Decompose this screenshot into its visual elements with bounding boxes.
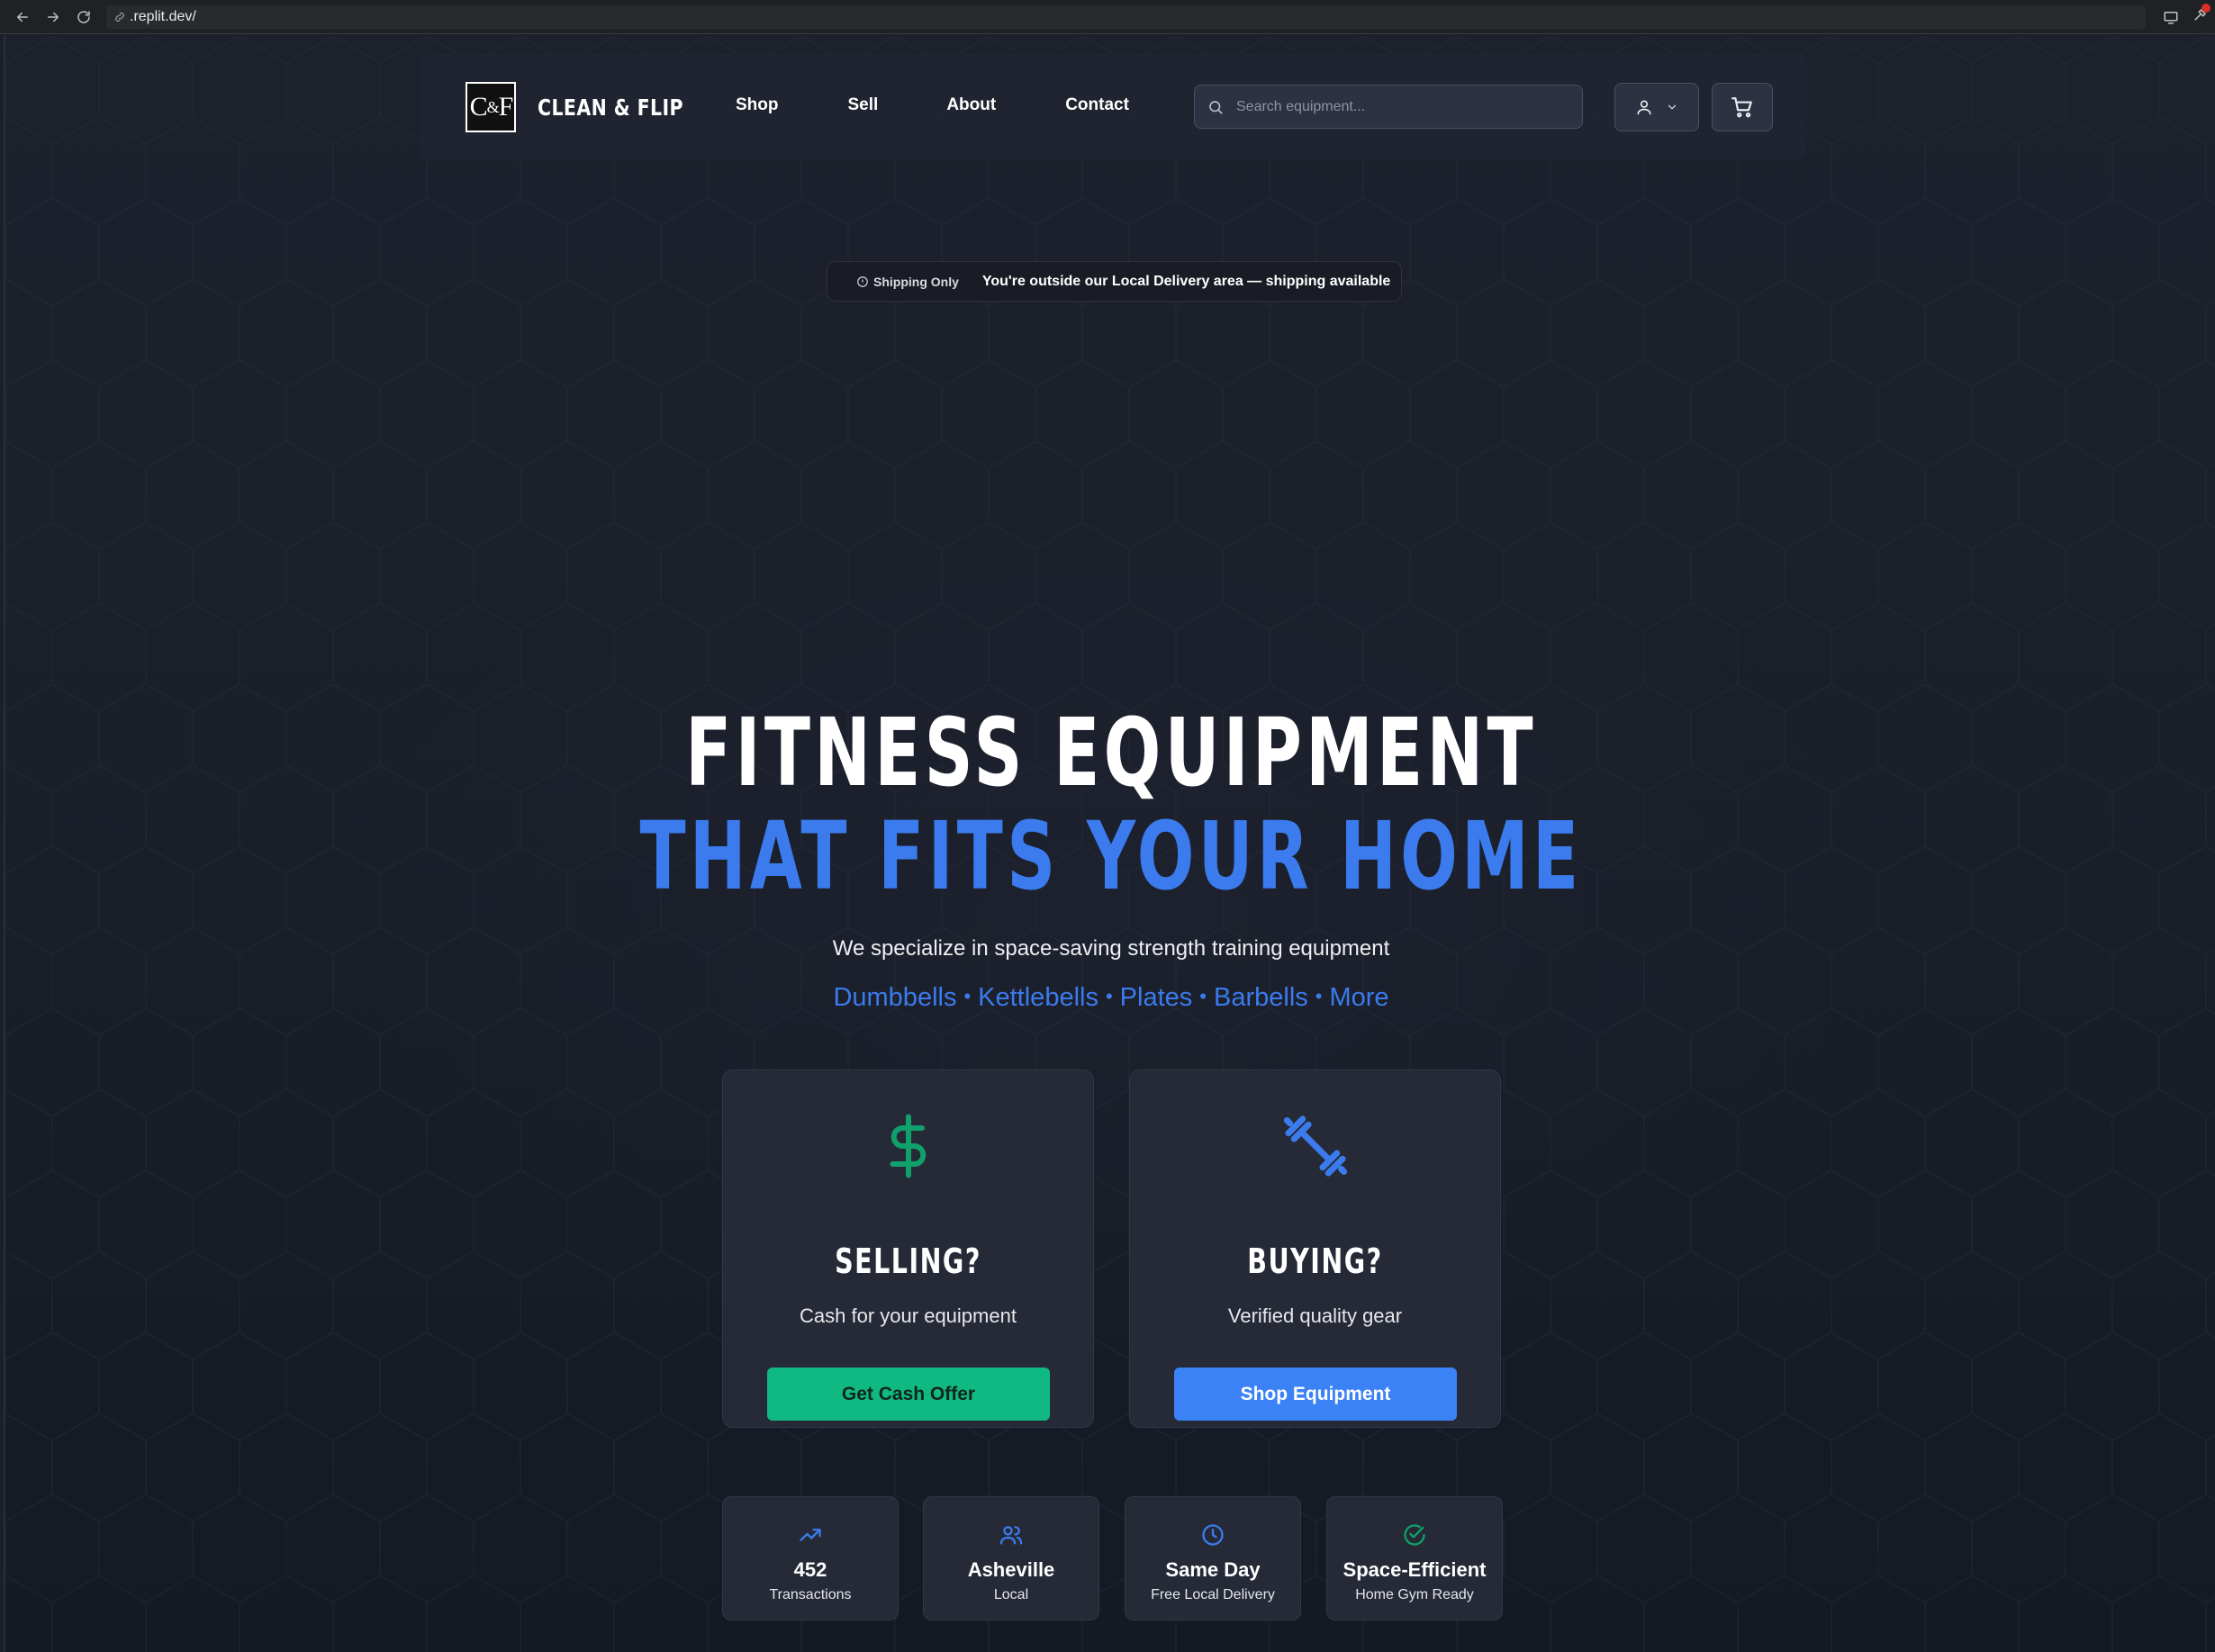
user-icon bbox=[1637, 100, 1651, 115]
stat-label: Local bbox=[993, 1587, 1029, 1602]
dollar-icon bbox=[723, 1112, 1093, 1180]
separator-dot: • bbox=[963, 985, 972, 1007]
stat-transactions: 452 Transactions bbox=[722, 1496, 899, 1620]
forward-button[interactable] bbox=[40, 4, 67, 31]
account-menu-button[interactable] bbox=[1614, 83, 1699, 131]
nav-sell[interactable]: Sell bbox=[848, 95, 879, 115]
info-icon bbox=[857, 275, 868, 287]
get-cash-offer-button[interactable]: Get Cash Offer bbox=[767, 1368, 1050, 1421]
check-circle-icon bbox=[1404, 1524, 1425, 1546]
category-plates: Plates bbox=[1119, 983, 1193, 1012]
stat-space: Space-Efficient Home Gym Ready bbox=[1326, 1496, 1503, 1620]
logo-mark: C & F bbox=[466, 82, 516, 132]
main-nav: Shop Sell About Contact bbox=[736, 95, 1129, 115]
back-button[interactable] bbox=[9, 4, 36, 31]
category-dumbbells: Dumbbells bbox=[833, 983, 957, 1012]
logo-mark-right: F bbox=[498, 92, 514, 122]
stat-delivery: Same Day Free Local Delivery bbox=[1125, 1496, 1301, 1620]
hero-subtitle: We specialize in space-saving strength t… bbox=[832, 936, 1390, 961]
cart-icon bbox=[1731, 97, 1752, 118]
page: C & F CLEAN & FLIP Shop Sell About Contact… bbox=[4, 36, 2215, 1652]
search-icon bbox=[1209, 100, 1223, 114]
logo-mark-amp: & bbox=[486, 97, 500, 116]
logo[interactable]: C & F CLEAN & FLIP bbox=[466, 82, 715, 132]
separator-dot: • bbox=[1315, 985, 1323, 1007]
shop-equipment-button[interactable]: Shop Equipment bbox=[1174, 1368, 1457, 1421]
stat-label: Home Gym Ready bbox=[1355, 1587, 1474, 1602]
selling-subtitle: Cash for your equipment bbox=[800, 1304, 1017, 1327]
search-input[interactable] bbox=[1236, 98, 1560, 115]
separator-dot: • bbox=[1105, 985, 1113, 1007]
brand-name: CLEAN & FLIP bbox=[538, 94, 683, 121]
category-barbells: Barbells bbox=[1213, 983, 1308, 1012]
arrow-left-icon bbox=[17, 12, 28, 22]
stat-value: Space-Efficient bbox=[1343, 1558, 1487, 1581]
selling-card: SELLING? Cash for your equipment Get Cas… bbox=[722, 1070, 1094, 1428]
link-icon bbox=[115, 12, 124, 22]
buying-title: BUYING? bbox=[1247, 1241, 1383, 1281]
selling-title: SELLING? bbox=[835, 1241, 981, 1281]
reload-icon bbox=[77, 10, 90, 23]
stat-label: Transactions bbox=[769, 1587, 852, 1602]
hero-title-line-2: THAT FITS YOUR HOME bbox=[639, 801, 1583, 911]
shipping-tag: Shipping Only bbox=[856, 275, 959, 289]
reload-button[interactable] bbox=[70, 4, 97, 31]
shipping-tag-label: Shipping Only bbox=[873, 274, 959, 289]
stat-label: Free Local Delivery bbox=[1151, 1587, 1275, 1602]
address-bar[interactable]: .replit.dev/ bbox=[106, 5, 2146, 29]
screen-cast-icon[interactable] bbox=[2163, 9, 2179, 25]
site-header: C & F CLEAN & FLIP Shop Sell About Contact bbox=[420, 54, 1807, 160]
stat-value: Asheville bbox=[967, 1558, 1055, 1581]
cart-button[interactable] bbox=[1712, 83, 1773, 131]
users-icon bbox=[999, 1526, 1023, 1545]
hero-title-line-1: FITNESS EQUIPMENT bbox=[685, 698, 1537, 808]
clock-icon bbox=[1202, 1524, 1224, 1546]
nav-shop[interactable]: Shop bbox=[736, 95, 779, 115]
stat-value: Same Day bbox=[1165, 1558, 1261, 1581]
hero-categories: Dumbbells • Kettlebells • Plates • Barbells • Mo… bbox=[5, 983, 2215, 1013]
extension-button[interactable] bbox=[2192, 3, 2210, 28]
nav-contact[interactable]: Contact bbox=[1065, 95, 1129, 115]
dumbbell-icon bbox=[1130, 1112, 1500, 1180]
logo-mark-left: C bbox=[469, 92, 488, 122]
buying-card: BUYING? Verified quality gear Shop Equip… bbox=[1129, 1070, 1501, 1428]
shipping-message: You're outside our Local Delivery area —… bbox=[981, 273, 1391, 289]
arrow-right-icon bbox=[48, 12, 59, 22]
nav-about[interactable]: About bbox=[946, 95, 996, 115]
category-kettlebells: Kettlebells bbox=[978, 983, 1098, 1012]
extension-icon bbox=[2194, 8, 2207, 21]
shipping-banner: Shipping Only You're outside our Local D… bbox=[827, 261, 1402, 302]
separator-dot: • bbox=[1199, 985, 1207, 1007]
stat-value: 452 bbox=[793, 1558, 827, 1581]
category-more: More bbox=[1329, 983, 1389, 1012]
chevron-down-icon bbox=[1668, 104, 1677, 110]
browser-toolbar: .replit.dev/ bbox=[0, 0, 2215, 34]
trending-up-icon bbox=[800, 1529, 821, 1541]
address-text: .replit.dev/ bbox=[130, 8, 196, 24]
buying-subtitle: Verified quality gear bbox=[1227, 1304, 1403, 1327]
search-box bbox=[1194, 85, 1583, 129]
stat-location: Asheville Local bbox=[923, 1496, 1099, 1620]
